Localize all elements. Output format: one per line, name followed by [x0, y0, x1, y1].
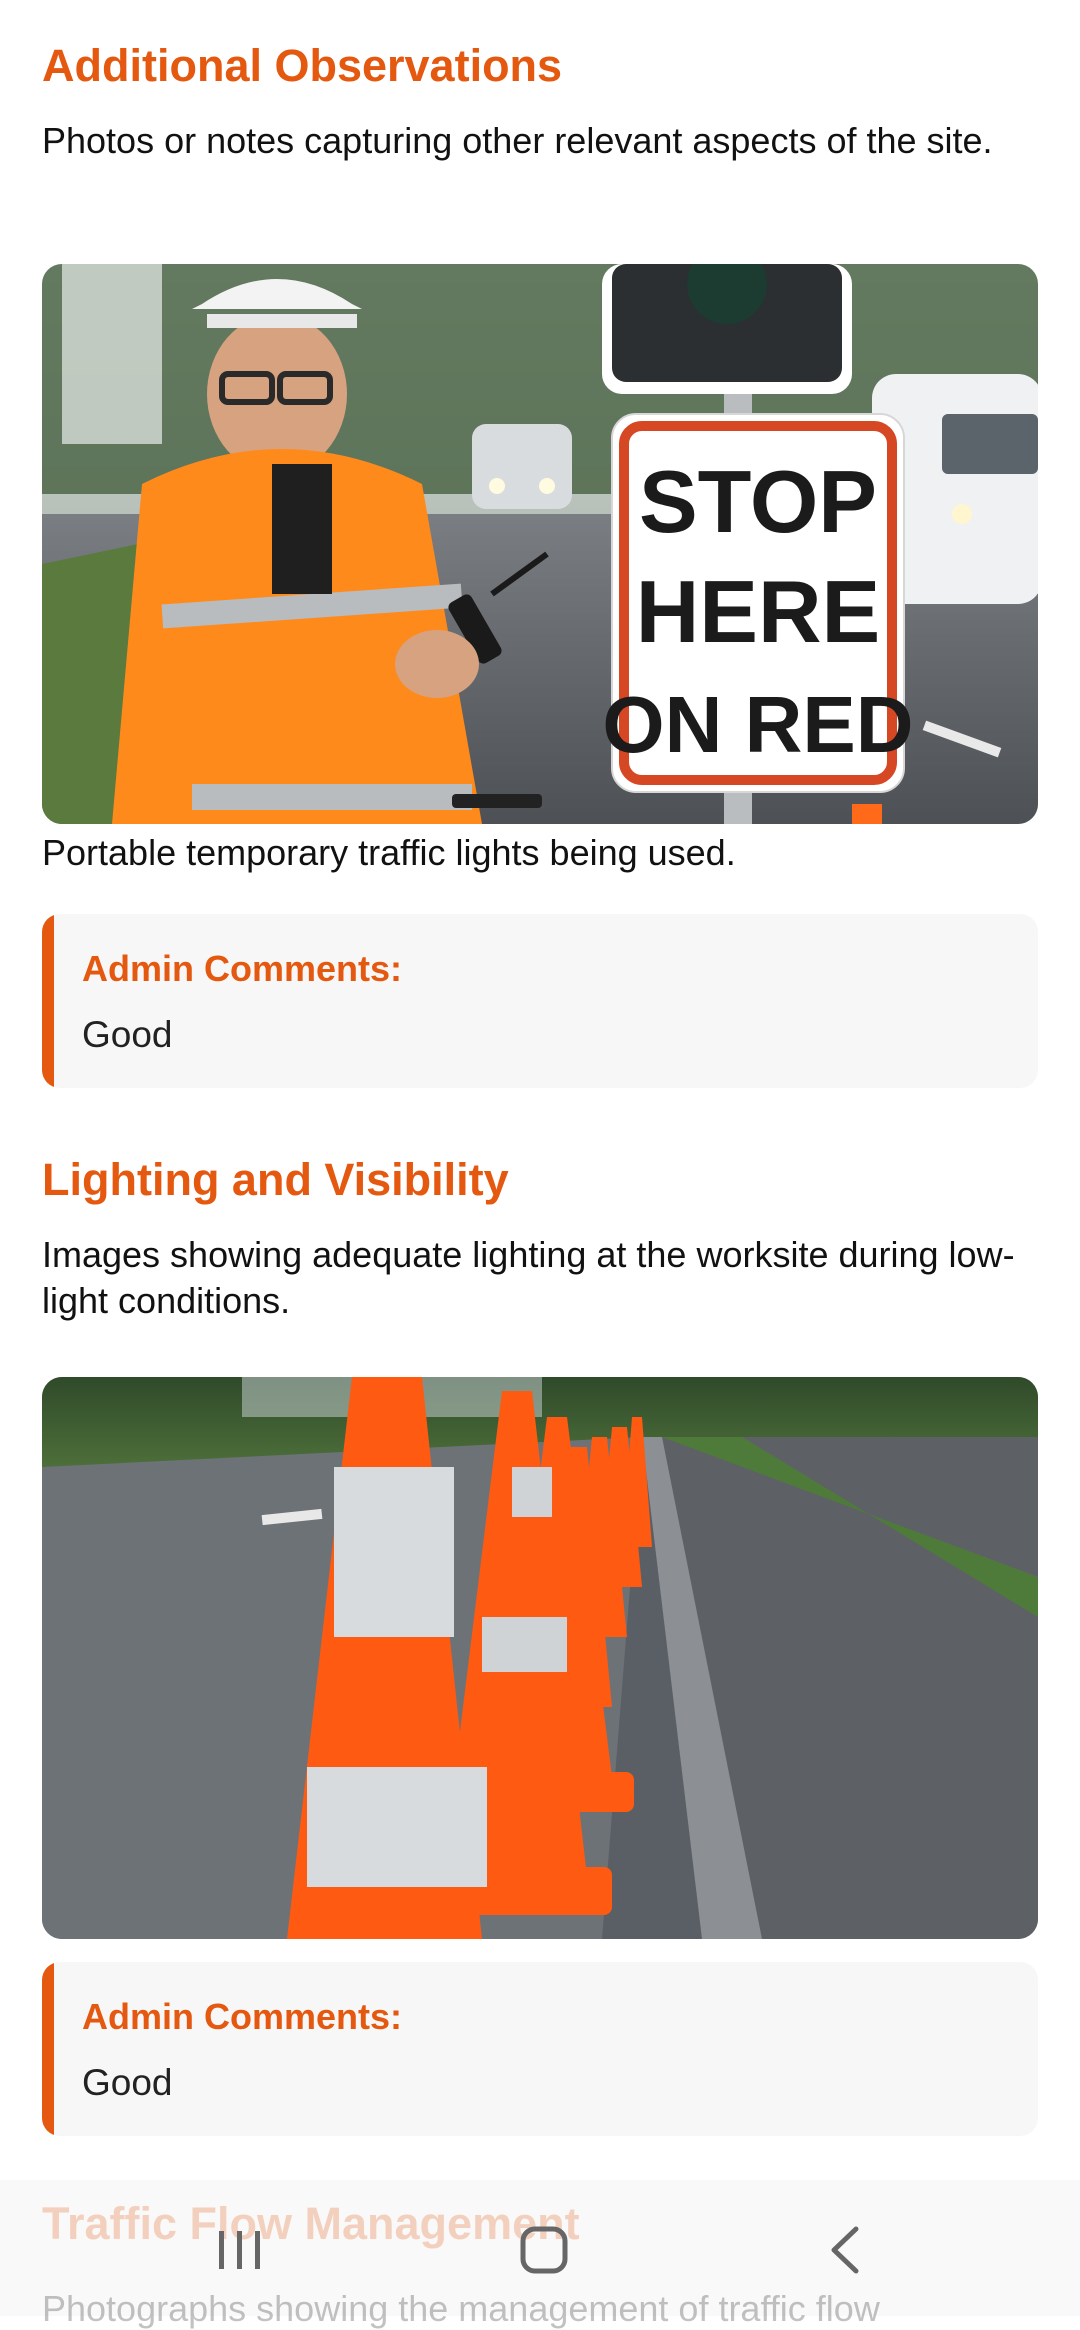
admin-comments-card: Admin Comments: Good: [42, 914, 1038, 1088]
section-additional-observations: Additional Observations Photos or notes …: [42, 38, 1038, 164]
admin-comments-label: Admin Comments:: [82, 948, 403, 989]
admin-comments-value: Good: [82, 1014, 173, 1055]
sign-line-3: ON RED: [602, 680, 913, 769]
section-description: Photographs showing the management of tr…: [42, 2288, 880, 2329]
section-title: Lighting and Visibility: [42, 1154, 509, 1205]
section-lighting-visibility: Lighting and Visibility Images showing a…: [42, 1152, 1038, 1324]
accent-bar: [42, 914, 54, 1088]
traffic-light-photo[interactable]: STOP HERE ON RED: [42, 264, 1038, 824]
section-title: Additional Observations: [42, 40, 563, 91]
admin-comments-value: Good: [82, 2062, 173, 2103]
recent-apps-icon[interactable]: [200, 2220, 280, 2280]
admin-comments-label: Admin Comments:: [82, 1996, 403, 2037]
section-description: Images showing adequate lighting at the …: [42, 1234, 1015, 1321]
sign-line-2: HERE: [636, 562, 881, 661]
section-description: Photos or notes capturing other relevant…: [42, 120, 993, 161]
sign-line-1: STOP: [639, 452, 877, 551]
photo-caption: Portable temporary traffic lights being …: [42, 832, 736, 873]
traffic-cones-photo[interactable]: [42, 1377, 1038, 1939]
back-icon[interactable]: [806, 2220, 886, 2280]
home-icon[interactable]: [504, 2220, 584, 2280]
section-title: Traffic Flow Management: [42, 2198, 580, 2249]
admin-comments-card: Admin Comments: Good: [42, 1962, 1038, 2136]
accent-bar: [42, 1962, 54, 2136]
